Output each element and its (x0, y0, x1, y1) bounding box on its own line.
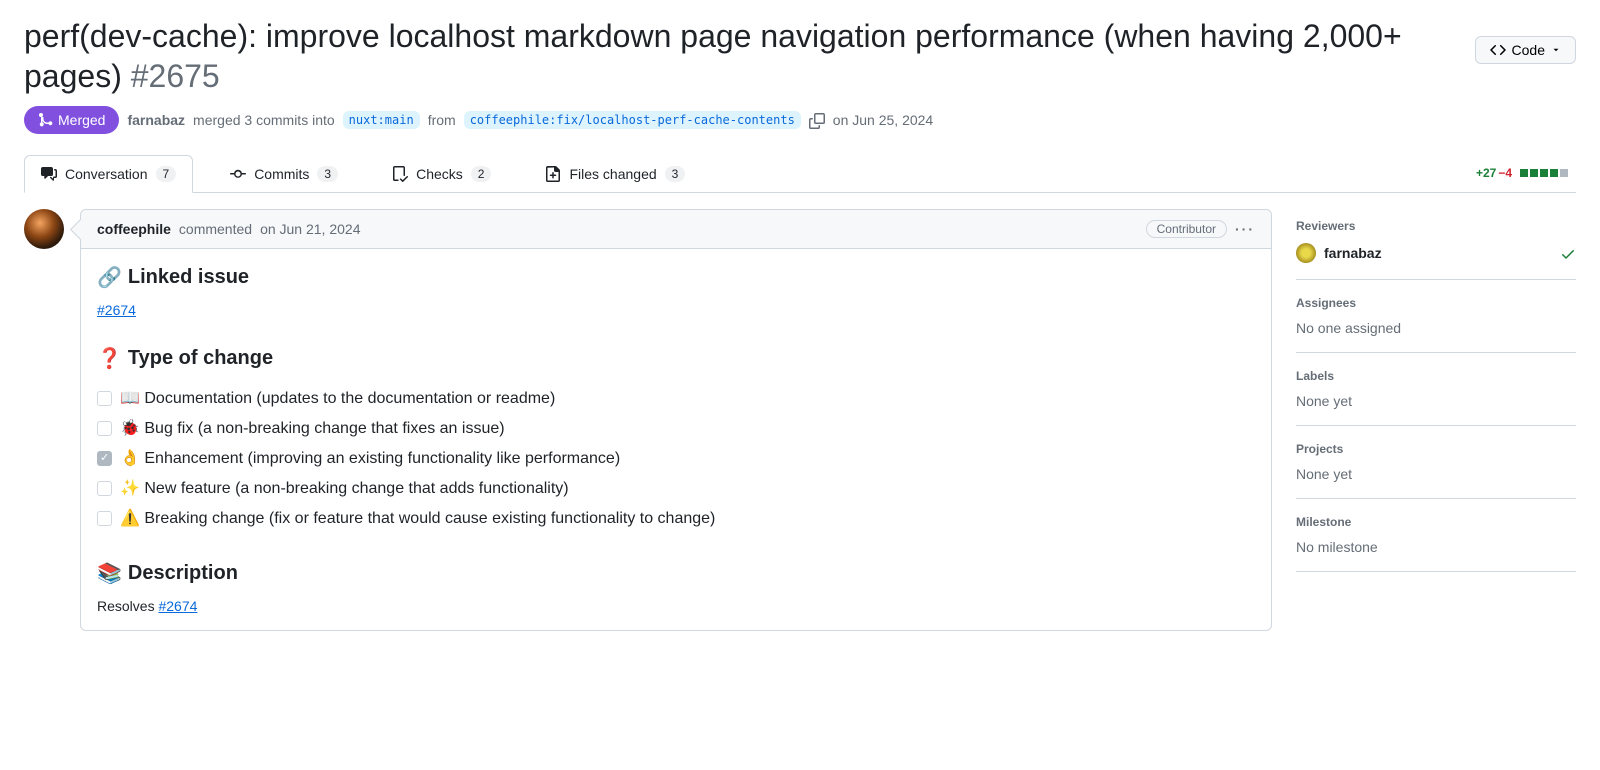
checkbox-checked[interactable] (97, 451, 112, 466)
files-count: 3 (665, 166, 686, 182)
resolves-link[interactable]: #2674 (158, 598, 197, 614)
linked-issue-heading: 🔗 Linked issue (97, 265, 1255, 290)
merged-badge: Merged (24, 106, 119, 134)
copy-icon[interactable] (809, 111, 825, 128)
projects-empty: None yet (1296, 466, 1576, 482)
commits-count: 3 (317, 166, 338, 182)
code-icon (1490, 42, 1506, 58)
comment-action: commented (179, 221, 252, 237)
tab-checks[interactable]: Checks 2 (375, 155, 508, 193)
base-branch[interactable]: nuxt:main (343, 111, 420, 129)
milestone-empty: No milestone (1296, 539, 1576, 555)
type-of-change-heading: ❓ Type of change (97, 346, 1255, 371)
diff-block-add (1520, 169, 1528, 177)
diffstat: +27 −4 (1476, 166, 1576, 180)
labels-empty: None yet (1296, 393, 1576, 409)
pr-tabs: Conversation 7 Commits 3 Checks 2 Files … (24, 154, 1576, 193)
change-type-bugfix: 🐞 Bug fix (a non-breaking change that fi… (97, 413, 1255, 443)
pr-title-text: perf(dev-cache): improve localhost markd… (24, 18, 1402, 94)
checks-count: 2 (471, 166, 492, 182)
checklist-icon (392, 166, 408, 182)
checkbox-unchecked[interactable] (97, 391, 112, 406)
change-type-feature: ✨ New feature (a non-breaking change tha… (97, 473, 1255, 503)
reviewer-item[interactable]: farnabaz (1296, 243, 1576, 263)
pr-description-comment: coffeephile commented on Jun 21, 2024 Co… (80, 209, 1272, 631)
code-button[interactable]: Code (1475, 36, 1576, 64)
comment-discussion-icon (41, 166, 57, 182)
conversation-count: 7 (156, 166, 177, 182)
code-button-label: Code (1512, 42, 1545, 58)
tab-files[interactable]: Files changed 3 (528, 155, 702, 193)
merge-action-text: merged 3 commits into (193, 112, 335, 128)
sidebar-reviewers: Reviewers farnabaz (1296, 209, 1576, 280)
merge-date: on Jun 25, 2024 (833, 112, 933, 128)
tab-commits[interactable]: Commits 3 (213, 155, 355, 193)
tab-conversation[interactable]: Conversation 7 (24, 155, 193, 193)
change-type-documentation: 📖 Documentation (updates to the document… (97, 383, 1255, 413)
checkbox-unchecked[interactable] (97, 511, 112, 526)
head-branch[interactable]: coffeephile:fix/localhost-perf-cache-con… (464, 111, 801, 129)
question-mark-icon: ❓ (97, 346, 122, 371)
resolves-line: Resolves #2674 (97, 598, 1255, 614)
git-merge-icon (38, 112, 54, 128)
comment-menu-button[interactable]: ··· (1235, 221, 1255, 237)
sidebar-labels: Labels None yet (1296, 353, 1576, 426)
merge-actor[interactable]: farnabaz (127, 112, 185, 128)
assignees-empty: No one assigned (1296, 320, 1576, 336)
pr-title: perf(dev-cache): improve localhost markd… (24, 16, 1459, 96)
triangle-down-icon (1551, 45, 1561, 55)
change-type-breaking: ⚠️ Breaking change (fix or feature that … (97, 503, 1255, 533)
linked-issue-link[interactable]: #2674 (97, 302, 136, 318)
reviewer-avatar (1296, 243, 1316, 263)
additions: +27 (1476, 166, 1496, 180)
diff-block-neutral (1560, 169, 1568, 177)
check-icon (1560, 244, 1576, 261)
checkbox-unchecked[interactable] (97, 421, 112, 436)
description-heading: 📚 Description (97, 561, 1255, 586)
sidebar-milestone: Milestone No milestone (1296, 499, 1576, 572)
checkbox-unchecked[interactable] (97, 481, 112, 496)
author-role-badge: Contributor (1146, 220, 1227, 238)
change-type-enhancement: 👌 Enhancement (improving an existing fun… (97, 443, 1255, 473)
pr-number: #2675 (131, 58, 220, 94)
file-diff-icon (545, 166, 561, 182)
git-commit-icon (230, 166, 246, 182)
comment-date[interactable]: on Jun 21, 2024 (260, 221, 360, 237)
sidebar-assignees: Assignees No one assigned (1296, 280, 1576, 353)
sidebar-projects: Projects None yet (1296, 426, 1576, 499)
comment-author[interactable]: coffeephile (97, 221, 171, 237)
author-avatar[interactable] (24, 209, 64, 249)
deletions: −4 (1498, 166, 1512, 180)
